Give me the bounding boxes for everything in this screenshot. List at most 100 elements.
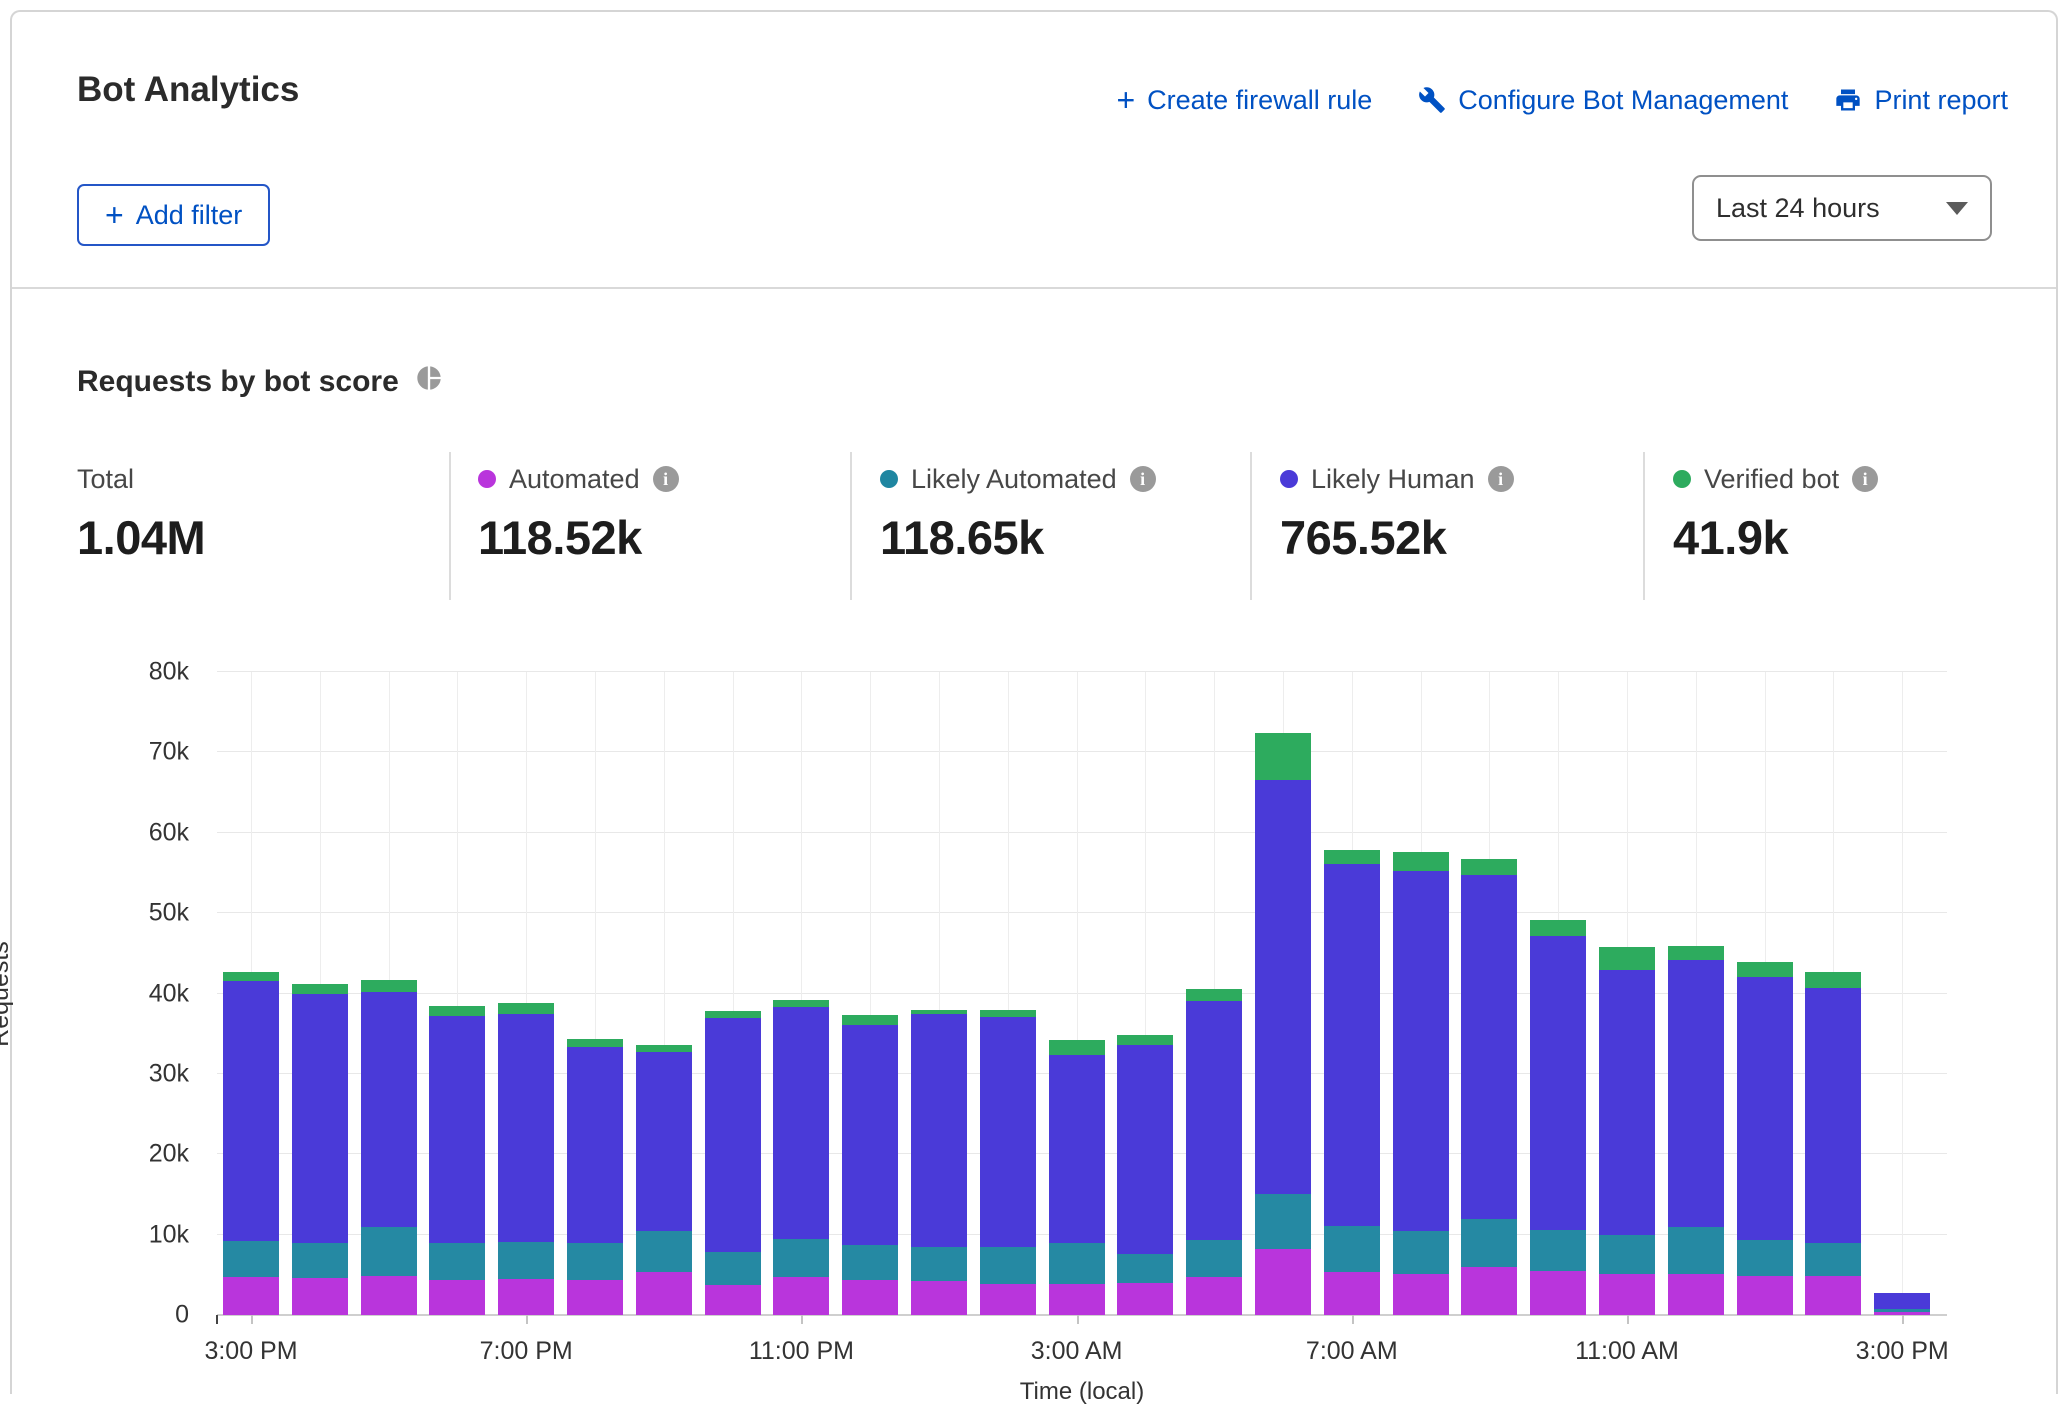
bar-segment-likely-automated	[498, 1242, 554, 1279]
configure-bot-management-link[interactable]: Configure Bot Management	[1418, 85, 1788, 116]
y-tick-label: 40k	[69, 979, 189, 1008]
bar-4-00-pm[interactable]	[292, 984, 348, 1315]
bar-segment-automated	[498, 1279, 554, 1315]
bar-5-00-pm[interactable]	[361, 980, 417, 1315]
bar-segment-automated	[842, 1280, 898, 1315]
bar-segment-likely-human	[223, 981, 279, 1241]
bar-2-00-am[interactable]	[980, 1010, 1036, 1315]
bar-9-00-pm[interactable]	[636, 1045, 692, 1315]
bar-7-00-am[interactable]	[1324, 850, 1380, 1315]
bar-segment-verified-bot	[980, 1010, 1036, 1017]
bar-segment-likely-human	[1049, 1055, 1105, 1244]
bar-12-00-am[interactable]	[842, 1015, 898, 1315]
bar-segment-likely-human	[1737, 977, 1793, 1240]
wrench-icon	[1418, 86, 1446, 114]
likely-human-dot	[1280, 470, 1298, 488]
bar-segment-verified-bot	[1186, 989, 1242, 1001]
header-divider	[12, 287, 2056, 289]
bar-6-00-pm[interactable]	[429, 1006, 485, 1315]
bar-1-00-pm[interactable]	[1737, 962, 1793, 1315]
y-tick-label: 60k	[69, 818, 189, 847]
x-tick-label: 7:00 AM	[1272, 1337, 1432, 1366]
stat-automated-label: Automated	[509, 464, 640, 495]
bar-7-00-pm[interactable]	[498, 1003, 554, 1315]
bar-segment-verified-bot	[773, 1000, 829, 1007]
bar-segment-likely-human	[842, 1025, 898, 1245]
info-icon[interactable]: i	[653, 466, 679, 492]
bar-11-00-am[interactable]	[1599, 947, 1655, 1315]
plus-icon: +	[1116, 84, 1135, 116]
bar-segment-verified-bot	[567, 1039, 623, 1047]
bar-11-00-pm[interactable]	[773, 1000, 829, 1315]
x-tick-label: 11:00 AM	[1547, 1337, 1707, 1366]
bar-segment-likely-automated	[1530, 1230, 1586, 1271]
add-filter-button[interactable]: + Add filter	[77, 184, 270, 246]
x-tick-label: 3:00 AM	[997, 1337, 1157, 1366]
bar-segment-automated	[1737, 1276, 1793, 1315]
bar-segment-verified-bot	[292, 984, 348, 994]
bar-segment-verified-bot	[1530, 920, 1586, 935]
y-tick-label: 50k	[69, 899, 189, 928]
bar-segment-likely-human	[429, 1016, 485, 1243]
bar-segment-likely-human	[567, 1047, 623, 1243]
bar-3-00-am[interactable]	[1049, 1040, 1105, 1315]
bar-segment-likely-human	[498, 1014, 554, 1241]
info-icon[interactable]: i	[1852, 466, 1878, 492]
stat-likely-human-value: 765.52k	[1280, 510, 1514, 565]
bar-segment-verified-bot	[1461, 859, 1517, 874]
bar-segment-likely-automated	[1049, 1243, 1105, 1283]
chevron-down-icon	[1946, 202, 1968, 215]
bar-segment-automated	[567, 1280, 623, 1315]
stat-automated: Automated i 118.52k	[478, 462, 679, 565]
create-firewall-rule-label: Create firewall rule	[1147, 85, 1372, 116]
info-icon[interactable]: i	[1130, 466, 1156, 492]
y-tick-label: 80k	[69, 658, 189, 687]
bar-segment-automated	[1805, 1276, 1861, 1315]
bar-segment-verified-bot	[498, 1003, 554, 1014]
print-report-link[interactable]: Print report	[1834, 85, 2008, 116]
bar-4-00-am[interactable]	[1117, 1035, 1173, 1315]
y-tick-label: 20k	[69, 1140, 189, 1169]
stat-total: Total 1.04M	[77, 462, 205, 565]
stat-divider	[1250, 452, 1252, 600]
bar-segment-likely-human	[705, 1018, 761, 1251]
bar-segment-automated	[1530, 1271, 1586, 1315]
bar-10-00-am[interactable]	[1530, 920, 1586, 1315]
bar-segment-automated	[429, 1280, 485, 1315]
bar-segment-verified-bot	[1805, 972, 1861, 988]
bar-segment-likely-automated	[1255, 1194, 1311, 1249]
bar-8-00-am[interactable]	[1393, 852, 1449, 1315]
add-filter-label: Add filter	[136, 200, 243, 231]
bar-1-00-am[interactable]	[911, 1010, 967, 1315]
bar-2-00-pm[interactable]	[1805, 972, 1861, 1315]
plot-area	[217, 672, 1947, 1315]
bar-10-00-pm[interactable]	[705, 1011, 761, 1315]
bar-12-00-pm[interactable]	[1668, 946, 1724, 1315]
gridline-h	[217, 671, 1947, 672]
bar-segment-automated	[1461, 1267, 1517, 1315]
time-range-select[interactable]: Last 24 hours	[1692, 175, 1992, 241]
bar-segment-likely-human	[1668, 960, 1724, 1227]
section-heading-text: Requests by bot score	[77, 365, 399, 399]
stat-total-label: Total	[77, 464, 134, 495]
bar-segment-likely-automated	[1117, 1254, 1173, 1283]
bar-8-00-pm[interactable]	[567, 1039, 623, 1315]
bar-segment-automated	[1393, 1274, 1449, 1315]
create-firewall-rule-link[interactable]: + Create firewall rule	[1116, 84, 1372, 116]
stat-likely-human-label: Likely Human	[1311, 464, 1475, 495]
bar-6-00-am[interactable]	[1255, 733, 1311, 1315]
x-tick-label: 3:00 PM	[1822, 1337, 1982, 1366]
stat-verified-bot-value: 41.9k	[1673, 510, 1878, 565]
info-icon[interactable]: i	[1488, 466, 1514, 492]
verified-bot-dot	[1673, 470, 1691, 488]
bar-segment-likely-automated	[1393, 1231, 1449, 1274]
x-tick	[526, 1315, 528, 1324]
axis-origin-tick	[216, 1315, 218, 1324]
bar-segment-likely-automated	[1805, 1243, 1861, 1277]
bar-9-00-am[interactable]	[1461, 859, 1517, 1315]
bar-3-00-pm[interactable]	[223, 972, 279, 1315]
bar-segment-automated	[361, 1276, 417, 1315]
bar-3-00-pm[interactable]	[1874, 1293, 1930, 1315]
bar-5-00-am[interactable]	[1186, 989, 1242, 1315]
bar-segment-likely-human	[980, 1017, 1036, 1247]
